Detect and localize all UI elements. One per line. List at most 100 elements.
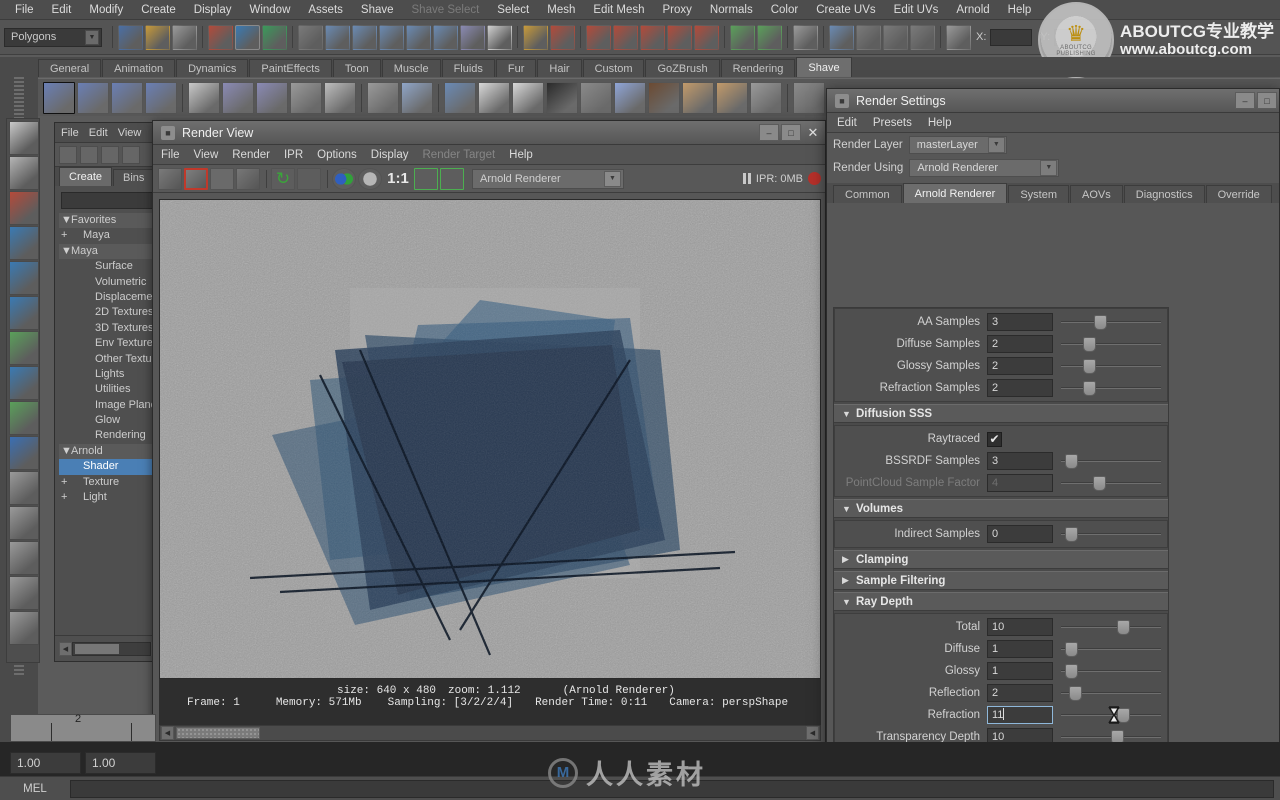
rearrange-graph-icon[interactable]: [122, 145, 140, 164]
slider-knob[interactable]: [1065, 454, 1078, 469]
render-diagnostics-icon[interactable]: [910, 24, 935, 50]
toggle-editors-icon[interactable]: [829, 24, 854, 50]
selection-mask-combo[interactable]: Polygons ▼: [4, 27, 102, 47]
last-tool-icon[interactable]: [9, 436, 39, 470]
attribute-input-pointcloud-sample-factor[interactable]: 4: [987, 474, 1053, 492]
render-settings-menu-presets[interactable]: Presets: [873, 117, 912, 129]
unlock-icon[interactable]: [716, 81, 748, 114]
render-settings-menu-edit[interactable]: Edit: [837, 117, 857, 129]
clear-graph-icon[interactable]: [101, 145, 119, 164]
hair-transfer-icon[interactable]: [222, 81, 254, 114]
hair-extra-icon[interactable]: [793, 81, 825, 114]
output-connections-icon[interactable]: [757, 24, 782, 50]
rotate-tool-icon[interactable]: [9, 261, 39, 295]
ipr-render-icon[interactable]: [184, 167, 208, 190]
range-start-input[interactable]: 1.00: [10, 752, 81, 774]
shelf-tab-painteffects[interactable]: PaintEffects: [249, 59, 332, 77]
scroll-left-icon[interactable]: ◀: [161, 726, 174, 740]
scroll-right-icon[interactable]: ◀: [806, 726, 819, 740]
minimize-button[interactable]: –: [759, 124, 779, 141]
attribute-slider-aa-samples[interactable]: [1061, 313, 1161, 331]
shelf-tab-dynamics[interactable]: Dynamics: [176, 59, 249, 77]
menu-item-normals[interactable]: Normals: [701, 2, 762, 18]
attribute-input-total[interactable]: 10: [987, 618, 1053, 636]
twisty-icon[interactable]: +: [61, 475, 71, 490]
display-real-size-icon[interactable]: [414, 167, 438, 190]
render-view-menu-render[interactable]: Render: [232, 149, 270, 161]
hair-comb-tool-icon[interactable]: [546, 81, 578, 114]
twisty-icon[interactable]: ▼: [61, 244, 72, 259]
render-settings-tab-common[interactable]: Common: [833, 185, 902, 203]
outliner-persp-layout-icon[interactable]: [9, 541, 39, 575]
hair-guide-icon[interactable]: [188, 81, 220, 114]
show-manipulator-icon[interactable]: [9, 401, 39, 435]
twisty-icon[interactable]: ▼: [61, 444, 72, 459]
section-header-clamping[interactable]: ▶ Clamping: [834, 550, 1168, 569]
snap-to-grid-icon[interactable]: [325, 24, 350, 50]
universal-manipulator-icon[interactable]: [9, 331, 39, 365]
slider-knob[interactable]: [1093, 476, 1106, 491]
twisty-icon[interactable]: +: [61, 490, 71, 505]
render-view-icon[interactable]: [667, 24, 692, 50]
menu-item-select[interactable]: Select: [488, 2, 538, 18]
minimize-button[interactable]: –: [1235, 92, 1255, 109]
menu-item-file[interactable]: File: [6, 2, 43, 18]
attribute-editor-icon[interactable]: [793, 24, 818, 50]
open-scene-icon[interactable]: [145, 24, 170, 50]
snapshot-icon[interactable]: [210, 167, 234, 190]
hypershade-tab-create[interactable]: Create: [59, 167, 113, 186]
triangle-down-icon[interactable]: ▼: [842, 597, 856, 607]
render-view-menu-ipr[interactable]: IPR: [284, 149, 303, 161]
attribute-slider-bssrdf-samples[interactable]: [1061, 452, 1161, 470]
shelf-tab-general[interactable]: General: [38, 59, 102, 77]
render-layer-select[interactable]: masterLayer ▼: [908, 135, 1007, 154]
menu-item-edit-uvs[interactable]: Edit UVs: [885, 2, 948, 18]
slider-knob[interactable]: [1083, 359, 1096, 374]
attribute-slider-reflection[interactable]: [1061, 684, 1161, 702]
alpha-channel-icon[interactable]: [358, 167, 382, 190]
attribute-slider-glossy-samples[interactable]: [1061, 357, 1161, 375]
help-icon[interactable]: [487, 24, 512, 50]
hair-select-icon[interactable]: [324, 81, 356, 114]
pause-ipr-icon[interactable]: [742, 173, 751, 184]
attribute-input-glossy[interactable]: 1: [987, 662, 1053, 680]
attribute-slider-diffuse-samples[interactable]: [1061, 335, 1161, 353]
render-settings-icon[interactable]: [613, 24, 638, 50]
slider-knob[interactable]: [1083, 381, 1096, 396]
scale-tool-icon[interactable]: [9, 296, 39, 330]
attribute-input-aa-samples[interactable]: 3: [987, 313, 1053, 331]
shelf-tab-fur[interactable]: Fur: [495, 59, 537, 77]
section-header-diffusion-sss[interactable]: ▼ Diffusion SSS: [834, 404, 1168, 423]
range-end-input[interactable]: 1.00: [85, 752, 156, 774]
redo-ipr-region-icon[interactable]: [236, 167, 260, 190]
remove-image-icon[interactable]: [440, 167, 464, 190]
render-image-canvas[interactable]: [159, 199, 821, 679]
save-scene-icon[interactable]: [172, 24, 197, 50]
persp-graph-layout-icon[interactable]: [9, 576, 39, 610]
twisty-icon[interactable]: +: [61, 228, 71, 243]
attribute-slider-glossy[interactable]: [1061, 662, 1161, 680]
horizontal-scrollbar[interactable]: [72, 641, 151, 656]
render-settings-tab-arnold-renderer[interactable]: Arnold Renderer: [902, 183, 1008, 203]
slider-knob[interactable]: [1069, 686, 1082, 701]
input-connections-icon[interactable]: [730, 24, 755, 50]
comb-hair-icon[interactable]: [77, 81, 109, 114]
attribute-input-refraction-samples[interactable]: 2: [987, 379, 1053, 397]
snap-to-view-plane-icon[interactable]: [433, 24, 458, 50]
x-coordinate-input[interactable]: [990, 28, 1033, 46]
render-view-title-bar[interactable]: ■ Render View – □ ✕: [153, 121, 825, 145]
render-lock-icon[interactable]: [523, 24, 548, 50]
refresh-icon[interactable]: ↻: [271, 167, 295, 190]
menu-item-proxy[interactable]: Proxy: [654, 2, 701, 18]
snap-to-curve-icon[interactable]: [352, 24, 377, 50]
hair-length-icon[interactable]: [256, 81, 288, 114]
menu-item-edit-mesh[interactable]: Edit Mesh: [584, 2, 653, 18]
render-view-menu-file[interactable]: File: [161, 149, 180, 161]
scale-hair-icon[interactable]: [111, 81, 143, 114]
slider-knob[interactable]: [1117, 708, 1130, 723]
create-hair-icon[interactable]: [43, 81, 75, 114]
attribute-input-diffuse[interactable]: 1: [987, 640, 1053, 658]
menu-item-window[interactable]: Window: [240, 2, 299, 18]
shelf-tab-shave[interactable]: Shave: [796, 57, 852, 77]
hair-fur-ball-icon[interactable]: [648, 81, 680, 114]
